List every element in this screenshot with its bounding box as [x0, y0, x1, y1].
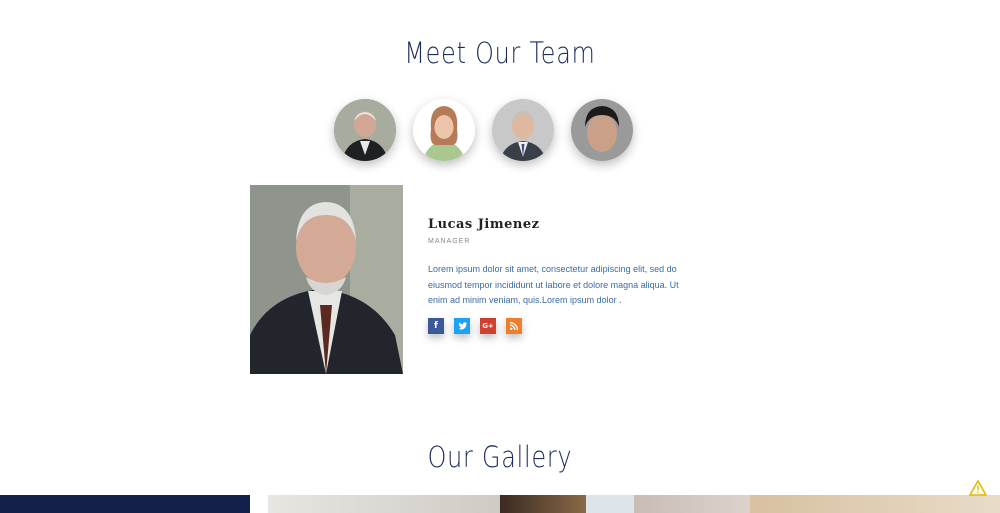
gallery-strip — [0, 495, 1000, 513]
member-description: Lorem ipsum dolor sit amet, consectetur … — [428, 264, 679, 305]
gallery-title: Our Gallery — [427, 440, 573, 474]
facebook-icon[interactable]: f — [428, 318, 444, 334]
member-name: Lucas Jimenez — [428, 217, 540, 232]
gallery-image[interactable] — [0, 495, 250, 513]
gallery-image[interactable] — [586, 495, 634, 513]
team-member-avatar-4[interactable] — [571, 99, 633, 161]
team-member-avatar-3[interactable] — [492, 99, 554, 161]
team-member-avatar-2[interactable] — [413, 99, 475, 161]
team-title: Meet Our Team — [404, 36, 596, 70]
team-member-photo — [250, 185, 403, 374]
gallery-image[interactable] — [634, 495, 750, 513]
team-avatars — [334, 99, 644, 163]
twitter-icon[interactable] — [454, 318, 470, 334]
google-plus-icon[interactable]: G+ — [480, 318, 496, 334]
gallery-image[interactable] — [500, 495, 586, 513]
warning-icon[interactable] — [968, 479, 988, 496]
gallery-image[interactable] — [750, 495, 1000, 513]
team-member-details: Lucas Jimenez MANAGER Lorem ipsum dolor … — [428, 217, 688, 309]
team-member-avatar-1[interactable] — [334, 99, 396, 161]
gallery-image[interactable] — [268, 495, 500, 513]
member-role: MANAGER — [428, 238, 471, 245]
rss-icon[interactable] — [506, 318, 522, 334]
